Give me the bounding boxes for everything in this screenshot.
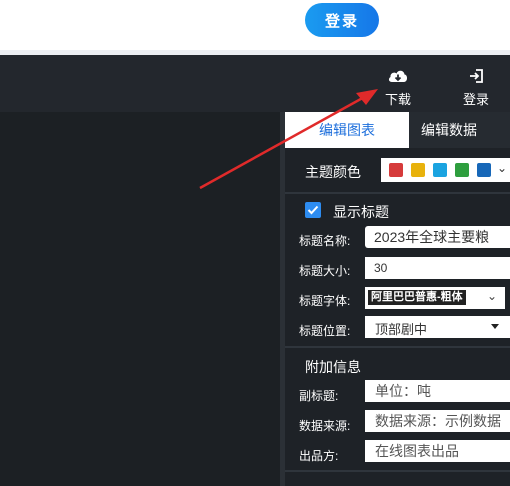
color-swatch-cyan[interactable] [433,163,447,177]
section-separator [285,470,510,472]
panel-tabs: 编辑图表 编辑数据 [285,112,510,148]
title-position-value: 顶部剧中 [375,322,428,337]
cloud-download-icon [373,65,423,87]
editor-toolbar: 下载 登录 [0,55,510,112]
title-font-label: 标题字体: [299,294,351,308]
data-source-label: 数据来源: [299,419,351,433]
title-size-input[interactable]: 30 [365,257,510,279]
title-name-label: 标题名称: [299,234,351,248]
sign-in-icon [451,65,501,87]
download-button[interactable]: 下载 [373,65,423,108]
subtitle-input[interactable]: 单位：吨 [365,380,510,402]
color-swatch-red[interactable] [389,163,403,177]
theme-color-label: 主题颜色 [305,164,361,180]
tab-edit-chart[interactable]: 编辑图表 [285,112,409,148]
settings-panel: 编辑图表 编辑数据 主题颜色 ⌄ 显示标题 标题名称: 2023年全球主要粮 标… [285,112,510,486]
show-title-checkbox[interactable] [305,202,321,218]
download-label: 下载 [384,92,411,107]
chevron-down-icon: ⌄ [487,289,498,303]
subtitle-label: 副标题: [299,389,339,403]
data-source-input[interactable]: 数据来源：示例数据 [365,410,510,432]
title-position-select[interactable]: 顶部剧中 [365,316,510,338]
top-header: 登录 [0,0,510,50]
title-font-select[interactable]: 阿里巴巴普惠-粗体 ⌄ [365,287,505,309]
producer-label: 出品方: [299,449,339,463]
tab-edit-data[interactable]: 编辑数据 [409,112,510,148]
title-font-value: 阿里巴巴普惠-粗体 [368,290,466,305]
section-separator [285,192,510,194]
theme-color-picker[interactable]: ⌄ [381,158,510,182]
title-position-label: 标题位置: [299,324,351,338]
chevron-down-icon[interactable]: ⌄ [497,161,507,175]
producer-input[interactable]: 在线图表出品 [365,440,510,462]
toolbar-login-button[interactable]: 登录 [451,65,501,108]
color-swatch-blue[interactable] [477,163,491,177]
header-login-button[interactable]: 登录 [305,3,379,37]
show-title-label: 显示标题 [333,204,389,220]
color-swatch-green[interactable] [455,163,469,177]
toolbar-login-label: 登录 [462,92,489,107]
section-separator [285,346,510,348]
title-name-input[interactable]: 2023年全球主要粮 [365,226,510,248]
extra-info-header: 附加信息 [305,359,361,375]
check-icon [307,205,319,215]
color-swatch-yellow[interactable] [411,163,425,177]
chart-canvas-area [0,112,280,486]
title-size-label: 标题大小: [299,264,351,278]
caret-down-icon [491,324,499,329]
